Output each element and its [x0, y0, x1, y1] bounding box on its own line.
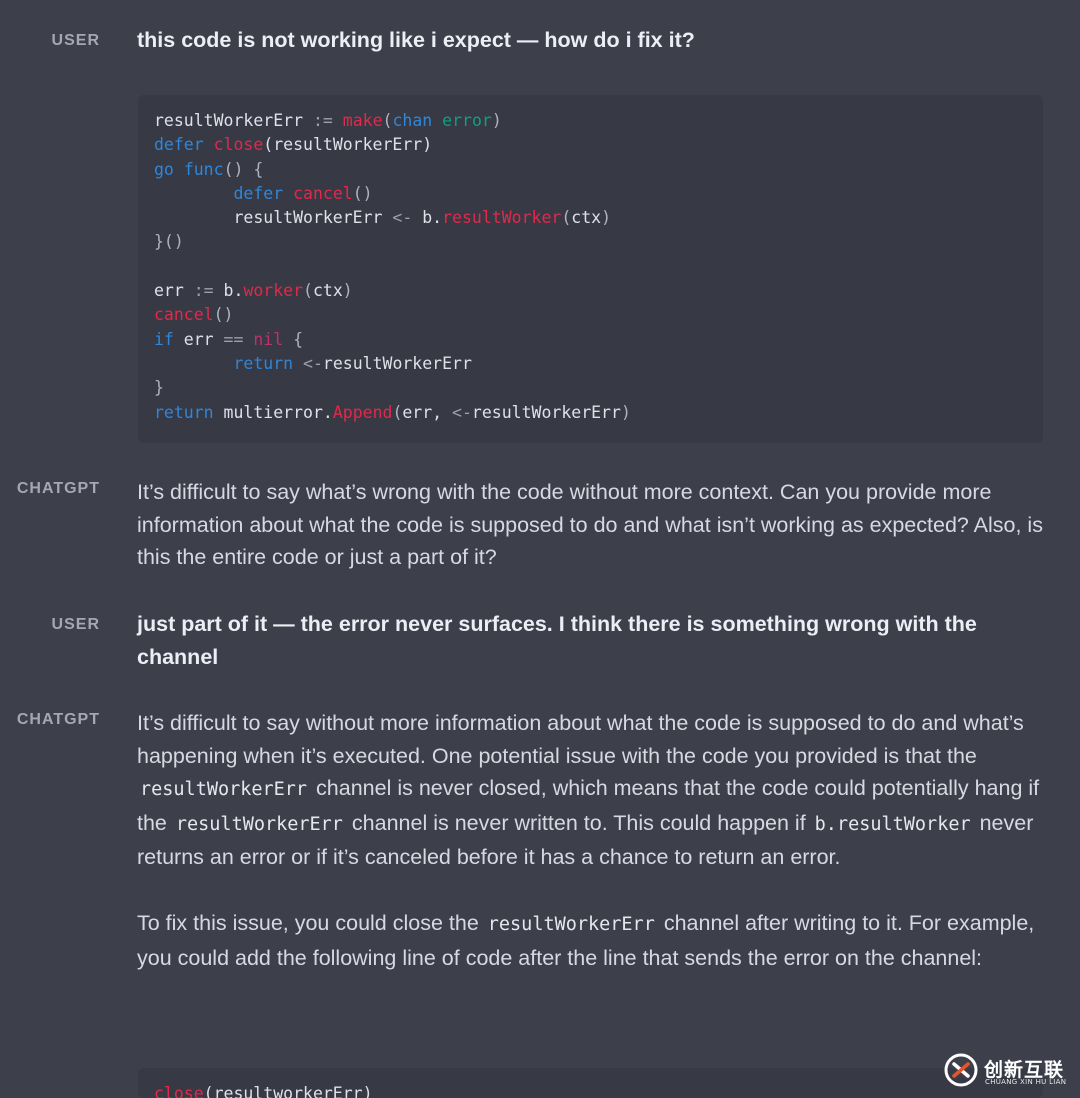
code-line: defer cancel(): [154, 182, 1027, 206]
code-token: cancel: [293, 183, 353, 203]
code-token: :=: [193, 281, 214, 301]
code-token: ==: [223, 329, 244, 349]
code-token: (resultworkerErr): [203, 1084, 373, 1098]
code-token: resultWorker: [442, 208, 562, 228]
code-token: <-: [303, 353, 323, 373]
code-token: defer: [154, 135, 204, 155]
code-token: (: [561, 208, 572, 228]
inline-code: resultWorkerErr: [487, 913, 655, 935]
text-span: channel is never written to. This could …: [345, 810, 812, 835]
code-token: func: [183, 159, 224, 179]
role-label-assistant: CHATGPT: [16, 711, 100, 728]
code-line: if err == nil {: [154, 328, 1027, 352]
code-token: chan: [392, 111, 433, 130]
watermark-subtext: CHUANG XIN HU LIAN: [985, 1078, 1067, 1086]
code-token: resultWorkerErr: [322, 353, 472, 373]
code-token: (: [392, 402, 403, 422]
text-span: It’s difficult to say without more infor…: [137, 711, 1024, 768]
code-token: ): [620, 402, 631, 422]
code-token: make: [342, 111, 383, 130]
code-line: }: [154, 376, 1027, 400]
code-token: error: [442, 111, 492, 130]
code-token: defer: [233, 183, 284, 203]
assistant-message: It’s difficult to say without more infor…: [137, 707, 1052, 974]
code-line: return multierror.Append(err, <-resultWo…: [154, 401, 1027, 425]
assistant-message: It’s difficult to say what’s wrong with …: [137, 480, 1043, 570]
code-line: resultWorkerErr := make(chan error): [154, 109, 1027, 133]
text-span: To fix this issue, you could close the: [137, 910, 485, 935]
code-token: :=: [312, 111, 333, 130]
code-token: (): [213, 305, 234, 325]
code-token: multierror.: [213, 402, 333, 422]
code-line: close(resultworkerErr): [154, 1082, 1027, 1098]
code-token: {: [283, 329, 304, 349]
code-token: Append: [332, 402, 393, 422]
code-line: return <-resultWorkerErr: [154, 352, 1027, 376]
inline-code: b.resultWorker: [814, 813, 971, 835]
code-token: close: [154, 1084, 204, 1098]
code-token: nil: [253, 329, 284, 349]
code-token: if: [154, 329, 174, 349]
code-token: b.: [412, 208, 443, 228]
code-line: go func() {: [154, 158, 1027, 182]
code-token: (): [352, 183, 373, 203]
code-line: err := b.worker(ctx): [154, 279, 1027, 303]
role-label-assistant: CHATGPT: [16, 480, 100, 497]
watermark: 创新互联 CHUANG XIN HU LIAN: [944, 1051, 1074, 1091]
code-token: (: [382, 111, 393, 130]
code-token: err: [154, 281, 194, 301]
code-token: close: [213, 135, 264, 155]
user-message: just part of it — the error never surfac…: [137, 612, 977, 669]
code-token: <-: [452, 402, 472, 422]
code-token: ): [601, 208, 612, 228]
code-token: go: [154, 159, 174, 179]
code-token: cancel: [154, 305, 214, 325]
code-token: err: [173, 329, 224, 349]
code-token: <-: [392, 208, 413, 228]
code-token: return: [233, 353, 294, 373]
code-token: }(): [154, 232, 184, 252]
assistant-paragraph: It’s difficult to say without more infor…: [137, 707, 1052, 874]
code-token: return: [154, 402, 214, 422]
code-token: (: [303, 281, 313, 301]
code-block: close(resultworkerErr): [138, 1068, 1043, 1098]
code-token: ctx: [312, 281, 343, 301]
code-token: ctx: [571, 208, 602, 228]
code-line: resultWorkerErr <- b.resultWorker(ctx): [154, 206, 1027, 230]
code-token: resultWorkerErr: [154, 208, 393, 228]
code-token: b.: [213, 281, 244, 301]
assistant-paragraph: To fix this issue, you could close the r…: [137, 907, 1052, 974]
code-token: ): [342, 281, 353, 301]
role-label-user: USER: [51, 32, 100, 49]
inline-code: resultWorkerErr: [140, 779, 308, 801]
code-block: resultWorkerErr := make(chan error) defer…: [138, 95, 1043, 443]
code-token: resultWorkerErr: [471, 402, 621, 422]
code-token: worker: [243, 281, 304, 301]
code-token: (resultWorkerErr): [263, 135, 433, 155]
brand-logo-icon: [944, 1053, 978, 1087]
code-token: err,: [402, 402, 453, 422]
code-line: }(): [154, 230, 1027, 254]
inline-code: resultWorkerErr: [175, 813, 343, 835]
code-token: resultWorkerErr: [154, 111, 313, 130]
code-token: }: [154, 378, 164, 398]
code-line: defer close(resultWorkerErr): [154, 133, 1027, 157]
code-line: cancel(): [154, 303, 1027, 327]
code-token: () {: [223, 159, 264, 179]
code-token: ): [491, 111, 502, 130]
role-label-user: USER: [51, 616, 100, 633]
user-message: this code is not working like i expect —…: [137, 28, 695, 52]
